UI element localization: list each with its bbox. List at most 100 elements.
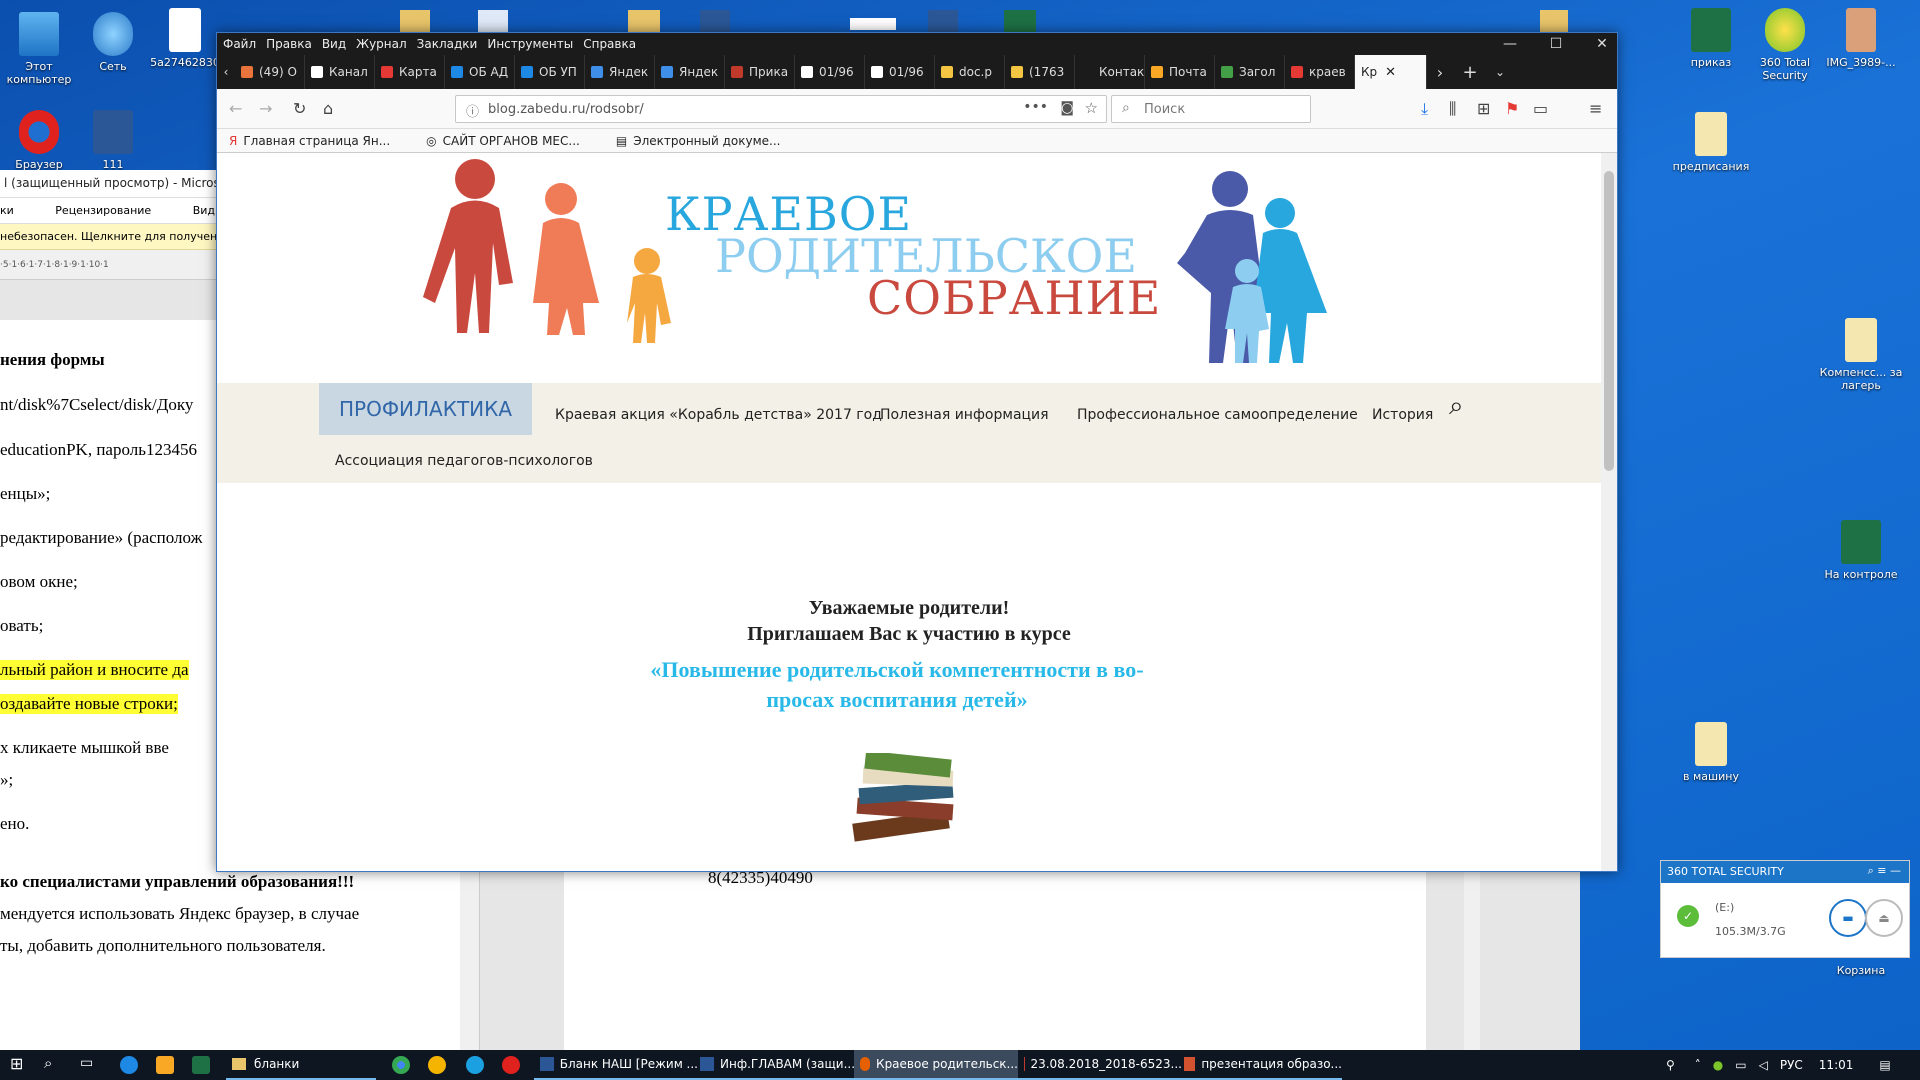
word-doc-icon[interactable]: [700, 10, 730, 32]
excel-icon[interactable]: [1004, 10, 1036, 32]
site-banner[interactable]: КРАЕВОЕ РОДИТЕЛЬСКОЕ СОБРАНИЕ: [217, 153, 1601, 383]
desktop-icon-img[interactable]: IMG_3989-...: [1816, 8, 1906, 69]
folder-icon[interactable]: [400, 10, 430, 32]
task-view-icon[interactable]: ▭: [80, 1055, 98, 1073]
menu-bookmarks[interactable]: Закладки: [417, 37, 478, 51]
desktop-icon-predpisaniya[interactable]: предписания: [1666, 112, 1756, 173]
chrome-icon[interactable]: [392, 1056, 410, 1074]
tab[interactable]: краев: [1285, 55, 1355, 89]
search-icon[interactable]: ⌕: [1449, 391, 1464, 422]
tab[interactable]: (1763: [1005, 55, 1075, 89]
tray-expand-icon[interactable]: ˄: [1695, 1058, 1701, 1072]
tab[interactable]: Яндек: [655, 55, 725, 89]
folder-icon[interactable]: [628, 10, 660, 32]
menu-icon[interactable]: ≡: [1589, 99, 1602, 118]
close-tab-icon[interactable]: ✕: [1385, 65, 1396, 80]
url-bar[interactable]: ⓘ blog.zabedu.ru/rodsobr/ ••• ◙ ☆: [455, 95, 1107, 123]
app-icon[interactable]: [156, 1056, 174, 1074]
language-indicator[interactable]: РУС: [1780, 1058, 1803, 1072]
ribbon-tab[interactable]: ки: [0, 204, 14, 217]
taskbar-item-inf[interactable]: Инф.ГЛАВАМ (защи...: [694, 1050, 858, 1080]
library-icon[interactable]: ⫼: [1449, 99, 1456, 119]
nav-item-korabl[interactable]: Краевая акция «Корабль детства» 2017 год: [555, 407, 882, 423]
network-tray-icon[interactable]: ▭: [1735, 1058, 1746, 1072]
taskbar-item-ppt[interactable]: презентация образо...: [1178, 1050, 1342, 1080]
file-icon[interactable]: [850, 18, 896, 30]
minimize-button[interactable]: —: [1487, 33, 1533, 55]
clock[interactable]: 11:01: [1819, 1058, 1854, 1072]
excel-icon[interactable]: [192, 1056, 210, 1074]
bookmark-edoc[interactable]: ▤ Электронный докуме...: [616, 134, 799, 148]
tab-active[interactable]: Кр ✕: [1355, 55, 1427, 89]
ie-icon[interactable]: [466, 1056, 484, 1074]
tab[interactable]: Карта: [375, 55, 445, 89]
tab-scroll-left-icon[interactable]: ‹: [217, 55, 235, 89]
start-icon[interactable]: ⊞: [10, 1054, 28, 1073]
notifications-icon[interactable]: ▤: [1879, 1058, 1890, 1072]
tab[interactable]: Канал: [305, 55, 375, 89]
bookmark-star-icon[interactable]: ☆: [1085, 99, 1098, 117]
home-button[interactable]: ⌂: [323, 99, 333, 118]
cart-icon[interactable]: ⊞: [1477, 99, 1490, 118]
open-folder-icon[interactable]: ▬: [1829, 899, 1867, 937]
app-icon[interactable]: [428, 1056, 446, 1074]
forward-button[interactable]: →: [259, 99, 272, 118]
word-scrollbar[interactable]: [1464, 870, 1480, 1050]
tab-list-icon[interactable]: ⌄: [1487, 55, 1513, 89]
menu-history[interactable]: Журнал: [356, 37, 407, 51]
menu-tools[interactable]: Инструменты: [487, 37, 573, 51]
taskbar-item-pdf[interactable]: 23.08.2018_2018-6523...: [1018, 1050, 1182, 1080]
360-tray-icon[interactable]: ●: [1713, 1058, 1723, 1072]
menu-help[interactable]: Справка: [583, 37, 636, 51]
search-box[interactable]: ⌕ Поиск: [1111, 95, 1311, 123]
info-icon[interactable]: ⓘ: [466, 101, 479, 120]
people-icon[interactable]: ⚲: [1666, 1058, 1675, 1072]
taskbar-item-firefox[interactable]: Краевое родительск...: [854, 1050, 1018, 1080]
menu-edit[interactable]: Правка: [266, 37, 312, 51]
folder-icon[interactable]: [1540, 10, 1568, 32]
ribbon-tab-view[interactable]: Вид: [193, 204, 215, 217]
ribbon-tab-review[interactable]: Рецензирование: [55, 204, 151, 217]
nav-item-history[interactable]: История: [1372, 407, 1433, 423]
menu-view[interactable]: Вид: [322, 37, 346, 51]
tab[interactable]: 01/96: [795, 55, 865, 89]
sidebar-icon[interactable]: ▭: [1533, 99, 1548, 118]
desktop-icon-111[interactable]: 111: [68, 110, 158, 171]
word-doc-icon[interactable]: [928, 10, 958, 32]
taskbar-item-blanki[interactable]: бланки: [226, 1050, 376, 1080]
close-button[interactable]: ✕: [1579, 33, 1625, 55]
tab[interactable]: Контактна: [1075, 55, 1145, 89]
pocket-icon[interactable]: ◙: [1060, 100, 1074, 116]
menu-file[interactable]: Файл: [223, 37, 256, 51]
tab[interactable]: Прика: [725, 55, 795, 89]
bookmark-site[interactable]: ◎ САЙТ ОРГАНОВ МЕС...: [426, 134, 598, 148]
nav-item-psychologists[interactable]: Ассоциация педагогов-психологов: [335, 453, 593, 469]
desktop-icon-recycle[interactable]: Корзина: [1816, 964, 1906, 977]
tab-scroll-right-icon[interactable]: ›: [1427, 55, 1453, 89]
taskbar-item-blank[interactable]: Бланк НАШ [Режим ...: [534, 1050, 698, 1080]
search-icon[interactable]: ⌕: [44, 1054, 62, 1072]
tab[interactable]: Загол: [1215, 55, 1285, 89]
eject-icon[interactable]: ⏏: [1865, 899, 1903, 937]
bookmark-yandex[interactable]: Я Главная страница Ян...: [229, 134, 408, 148]
nav-item-useful[interactable]: Полезная информация: [880, 407, 1049, 423]
desktop-icon-na-kontrole[interactable]: На контроле: [1816, 520, 1906, 581]
page-scrollbar[interactable]: [1601, 153, 1617, 871]
app-icon[interactable]: [120, 1056, 138, 1074]
back-button[interactable]: ←: [229, 99, 242, 118]
tab[interactable]: Почта: [1145, 55, 1215, 89]
reload-button[interactable]: ↻: [293, 99, 306, 118]
download-icon[interactable]: ⤓: [1421, 99, 1428, 119]
desktop-icon-v-mashinu[interactable]: в машину: [1666, 722, 1756, 783]
opera-icon[interactable]: [502, 1056, 520, 1074]
nav-item-profilaktika[interactable]: ПРОФИЛАКТИКА: [319, 383, 532, 435]
word-doc-icon[interactable]: [478, 10, 508, 32]
nav-item-career[interactable]: Профессиональное самоопределение: [1077, 407, 1358, 423]
maximize-button[interactable]: ☐: [1533, 33, 1579, 55]
volume-icon[interactable]: ◁: [1759, 1058, 1768, 1072]
new-tab-button[interactable]: +: [1453, 55, 1487, 89]
page-actions-icon[interactable]: •••: [1023, 99, 1048, 115]
tab[interactable]: (49) О: [235, 55, 305, 89]
tab[interactable]: ОБ УП: [515, 55, 585, 89]
tab[interactable]: ОБ АД: [445, 55, 515, 89]
